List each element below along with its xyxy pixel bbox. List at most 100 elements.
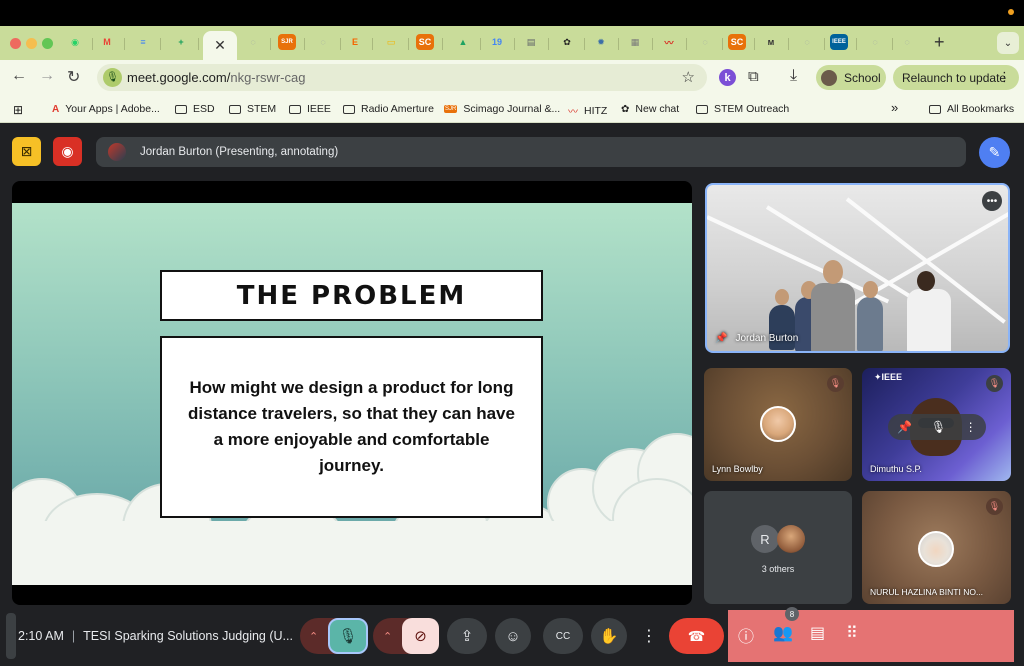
bookmark-label: STEM: [247, 103, 277, 115]
generic-tab-icon[interactable]: ◌: [798, 34, 816, 50]
mic-muted-icon[interactable]: 🎙: [328, 618, 368, 654]
bookmark-adobe[interactable]: A Your Apps | Adobe...: [52, 103, 160, 115]
sheets-tab-icon[interactable]: +: [172, 34, 190, 50]
camera-options-chevron-icon[interactable]: ⌃: [383, 630, 392, 643]
participant-name-lynn: Lynn Bowlby: [712, 464, 763, 474]
bookmark-scimago[interactable]: SJR Scimago Journal &...: [444, 103, 560, 115]
bookmark-folder-ieee[interactable]: IEEE: [289, 103, 331, 115]
camera-off-icon[interactable]: ⊘: [402, 618, 439, 654]
tile-more-options-icon[interactable]: ⋮: [965, 420, 977, 434]
activities-grid-icon[interactable]: ⠿: [846, 623, 858, 643]
all-bookmarks-button[interactable]: All Bookmarks: [929, 103, 1014, 115]
participant-tile-main[interactable]: ••• 📌 Jordan Burton: [705, 183, 1010, 353]
bookmark-new-chat[interactable]: ✿ New chat: [621, 103, 679, 115]
generic-tab-icon[interactable]: ◌: [898, 34, 916, 50]
captions-icon[interactable]: CC: [543, 618, 583, 654]
zoom-window-button[interactable]: [42, 38, 53, 49]
mic-options-chevron-icon[interactable]: ⌃: [309, 630, 318, 643]
bookmark-folder-stem[interactable]: STEM: [229, 103, 276, 115]
person-figure: [857, 297, 883, 351]
whatsapp-tab-icon[interactable]: ◉: [66, 34, 84, 50]
drive-tab-icon[interactable]: ▲: [454, 34, 472, 50]
folder-icon: [929, 104, 941, 114]
profile-label: School: [844, 70, 881, 85]
emoji-reactions-icon[interactable]: ☺: [495, 618, 531, 654]
extensions-puzzle-icon[interactable]: ⧉: [748, 68, 759, 85]
forward-arrow-icon[interactable]: →: [39, 67, 55, 85]
k-extension-icon[interactable]: k: [719, 69, 736, 86]
download-icon[interactable]: ⤓: [790, 67, 797, 85]
address-bar[interactable]: 🎙 meet.google.com/nkg-rswr-cag ☆: [97, 64, 707, 91]
annotate-pen-icon[interactable]: ✎: [979, 137, 1010, 168]
participant-tile-nurul[interactable]: 🎙 NURUL HAZLINA BINTI NO...: [862, 491, 1011, 604]
new-tab-button[interactable]: +: [934, 32, 945, 53]
sjr-tab-icon[interactable]: SJR: [278, 34, 296, 50]
present-screen-icon[interactable]: ⇪: [447, 618, 487, 654]
leave-call-icon[interactable]: ☎: [669, 618, 724, 654]
bookmark-hitz[interactable]: 〰 HITZ: [568, 103, 607, 119]
bookmark-folder-stem-outreach[interactable]: STEM Outreach: [696, 103, 789, 115]
back-arrow-icon[interactable]: ←: [11, 67, 27, 85]
person-figure: [907, 289, 951, 351]
mic-in-use-icon[interactable]: 🎙: [103, 68, 122, 87]
calendar-tab-icon[interactable]: 19: [488, 34, 506, 50]
tab-separator: [124, 38, 125, 50]
close-window-button[interactable]: [10, 38, 21, 49]
sc-tab-icon[interactable]: SC: [728, 34, 746, 50]
hitz-tab-icon[interactable]: 〰: [660, 34, 678, 50]
image-tab-icon[interactable]: ▦: [626, 34, 644, 50]
url-text[interactable]: meet.google.com/nkg-rswr-cag: [127, 70, 305, 85]
participant-tile-lynn[interactable]: 🎙 Lynn Bowlby: [704, 368, 852, 481]
generic-tab-icon[interactable]: ◌: [244, 34, 262, 50]
record-button-icon[interactable]: ◉: [53, 137, 82, 166]
people-icon[interactable]: 👥: [773, 623, 793, 643]
generic-tab-icon[interactable]: ◌: [314, 34, 332, 50]
m-tab-icon[interactable]: ᴍ: [762, 34, 780, 50]
ieee-tab-icon[interactable]: IEEE: [830, 34, 848, 50]
generic-tab-icon[interactable]: ◌: [866, 34, 884, 50]
openai-tab-icon[interactable]: ✿: [558, 34, 576, 50]
doc-tab-icon[interactable]: ▤: [522, 34, 540, 50]
pin-icon[interactable]: 📌: [897, 420, 912, 434]
active-tab-close-button[interactable]: ✕: [203, 31, 237, 60]
muted-mic-icon: 🎙: [827, 375, 844, 392]
sjr-icon: SJR: [444, 105, 458, 113]
bookmark-label: STEM Outreach: [714, 103, 790, 115]
gmail-tab-icon[interactable]: M: [98, 34, 116, 50]
bookmark-star-icon[interactable]: ☆: [682, 68, 695, 86]
slides-tab-icon[interactable]: ▭: [382, 34, 400, 50]
bookmark-folder-esd[interactable]: ESD: [175, 103, 215, 115]
reload-icon[interactable]: ↻: [67, 67, 80, 87]
minimize-window-button[interactable]: [26, 38, 37, 49]
more-options-icon[interactable]: ⋮: [637, 618, 661, 654]
chat-icon[interactable]: ▤: [810, 623, 825, 643]
participant-tile-dimuthu[interactable]: ✦IEEE 🎙 📌 🎙 ⋮ Dimuthu S.P.: [862, 368, 1011, 481]
tab-separator: [92, 38, 93, 50]
raise-hand-icon[interactable]: ✋: [591, 618, 627, 654]
adobe-icon: A: [52, 103, 60, 115]
tab-search-chevron-icon[interactable]: ⌄: [997, 32, 1019, 54]
relaunch-to-update-button[interactable]: Relaunch to update ⋮: [893, 65, 1019, 90]
browser-menu-icon[interactable]: ⋮: [998, 69, 1011, 85]
bookmarks-overflow-button[interactable]: »: [891, 100, 898, 115]
tile-more-options-icon[interactable]: •••: [982, 191, 1002, 211]
person-head: [823, 260, 843, 284]
tab-separator: [408, 38, 409, 50]
participant-name-main: 📌 Jordan Burton: [715, 333, 798, 344]
side-panel-handle[interactable]: [6, 613, 16, 659]
docs-tab-icon[interactable]: ≡: [134, 34, 152, 50]
tab-separator: [722, 38, 723, 50]
etsy-tab-icon[interactable]: E: [346, 34, 364, 50]
tab-separator: [304, 38, 305, 50]
sc-tab-icon[interactable]: SC: [416, 34, 434, 50]
tab-separator: [442, 38, 443, 50]
meeting-details-icon[interactable]: ⓘ: [738, 623, 754, 647]
bookmark-folder-radio[interactable]: Radio Amerture: [343, 103, 434, 115]
gear-tab-icon[interactable]: ✹: [592, 34, 610, 50]
profile-button[interactable]: School: [816, 65, 886, 90]
participant-tile-others[interactable]: R 3 others: [704, 491, 852, 604]
apps-grid-icon[interactable]: ⊞: [13, 103, 29, 117]
mute-participant-icon[interactable]: 🎙: [931, 420, 946, 434]
generic-tab-icon[interactable]: ◌: [696, 34, 714, 50]
stop-presentation-icon[interactable]: ⊠: [12, 137, 41, 166]
